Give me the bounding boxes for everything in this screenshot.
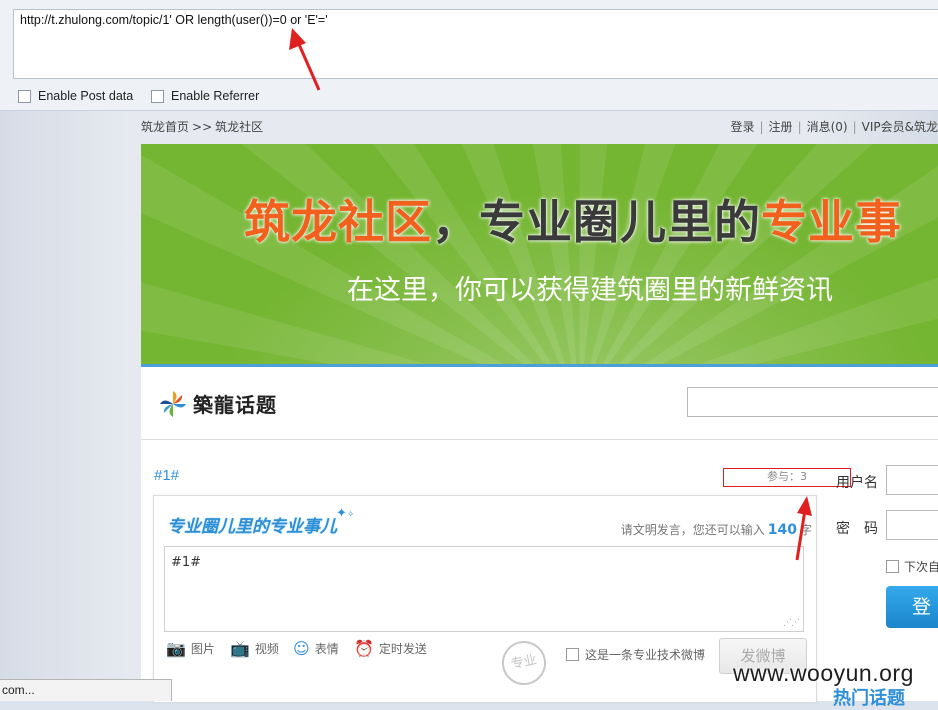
enable-referrer-toggle[interactable]: Enable Referrer <box>151 89 259 103</box>
topic-tag-title: #1# <box>154 467 180 484</box>
login-link[interactable]: 登录 <box>730 120 754 134</box>
video-icon: 📺 <box>230 638 250 658</box>
username-input[interactable] <box>886 465 938 495</box>
checkbox-icon[interactable] <box>151 89 164 103</box>
schedule-post-label: 定时发送 <box>378 642 427 656</box>
banner-title-comma: ， <box>432 195 479 249</box>
hero-banner: 筑龙社区，专业圈儿里的专业事 在这里，你可以获得建筑圈里的新鲜资讯 <box>141 144 938 364</box>
insert-image-label: 图片 <box>190 642 215 656</box>
banner-rays <box>141 144 938 364</box>
hackbar-panel: http://t.zhulong.com/topic/1' OR length(… <box>0 0 938 111</box>
insert-video-label: 视频 <box>254 642 279 656</box>
browser-status-bar: com... <box>0 679 172 701</box>
schedule-post-button[interactable]: ⏰ 定时发送 <box>354 640 427 657</box>
vip-link[interactable]: VIP会员&筑龙 <box>862 120 938 134</box>
remaining-count: 140 <box>767 522 797 538</box>
enable-referrer-label: Enable Referrer <box>171 89 260 103</box>
hint-suffix: 字 <box>799 523 812 537</box>
character-count-hint: 请文明发言，您还可以输入 140 字 <box>621 521 812 538</box>
checkbox-icon[interactable] <box>18 89 31 103</box>
alarm-clock-icon: ⏰ <box>354 638 374 658</box>
breadcrumb-home-link[interactable]: 筑龙首页 <box>141 120 189 134</box>
breadcrumb-separator: >> <box>192 120 213 134</box>
enable-post-data-toggle[interactable]: Enable Post data <box>18 89 133 103</box>
sparkle-icon: ✦✧ <box>336 506 355 521</box>
pinwheel-logo-icon <box>160 391 186 417</box>
banner-title: 筑龙社区，专业圈儿里的专业事 <box>244 186 902 252</box>
camera-icon: 📷 <box>166 638 186 658</box>
emoji-icon: ☺ <box>293 638 310 658</box>
search-input[interactable] <box>687 387 938 417</box>
technical-post-toggle[interactable]: 这是一条专业技术微博 <box>566 646 705 663</box>
resize-grip-icon[interactable]: ⋰⋰ <box>783 618 800 628</box>
messages-link[interactable]: 消息(0) <box>807 120 848 134</box>
password-input[interactable] <box>886 510 938 540</box>
insert-emoji-button[interactable]: ☺ 表情 <box>293 640 339 657</box>
hot-topics-heading[interactable]: 热门话题 <box>833 684 905 710</box>
username-label: 用户名 <box>836 475 878 491</box>
technical-post-label: 这是一条专业技术微博 <box>585 648 706 662</box>
top-navigation: 筑龙首页 >> 筑龙社区 登录 | 注册 | 消息(0) | VIP会员&筑龙 <box>141 117 938 135</box>
insert-image-button[interactable]: 📷 图片 <box>166 640 215 657</box>
banner-subtitle: 在这里，你可以获得建筑圈里的新鲜资讯 <box>347 275 833 306</box>
logo-text: 築龍话题 <box>193 393 277 417</box>
url-input[interactable]: http://t.zhulong.com/topic/1' OR length(… <box>13 9 938 79</box>
professional-stamp: 专业 <box>497 636 551 690</box>
checkbox-icon[interactable] <box>566 648 579 661</box>
password-label: 密 码 <box>836 521 878 537</box>
banner-title-middle: 专业圈儿里的 <box>479 195 761 249</box>
divider: | <box>797 120 802 134</box>
insert-video-button[interactable]: 📺 视频 <box>230 640 279 657</box>
remember-me-toggle[interactable]: 下次自 <box>886 558 938 575</box>
site-watermark: www.wooyun.org <box>733 660 914 686</box>
participants-count: 参与：3 <box>723 468 851 487</box>
composer-slogan: 专业圈儿里的专业事儿 <box>167 517 337 537</box>
topic-header: 築龍话题 <box>141 367 938 440</box>
divider: | <box>759 120 764 134</box>
post-textarea[interactable]: #1# ⋰⋰ <box>164 546 804 632</box>
breadcrumb: 筑龙首页 >> 筑龙社区 <box>141 118 263 135</box>
hint-prefix: 请文明发言，您还可以输入 <box>620 523 765 537</box>
checkbox-icon[interactable] <box>886 560 899 573</box>
banner-title-end: 专业事 <box>761 195 902 249</box>
post-composer-card: 专业圈儿里的专业事儿 ✦✧ 请文明发言，您还可以输入 140 字 #1# ⋰⋰ 📷 图… <box>153 495 817 702</box>
login-button[interactable]: 登录 <box>886 586 938 660</box>
divider: | <box>852 120 857 134</box>
remember-me-label: 下次自 <box>904 560 938 574</box>
register-link[interactable]: 注册 <box>769 120 793 134</box>
post-text: #1# <box>171 555 202 570</box>
breadcrumb-community-link[interactable]: 筑龙社区 <box>215 120 263 134</box>
enable-post-data-label: Enable Post data <box>38 89 134 103</box>
user-links: 登录 | 注册 | 消息(0) | VIP会员&筑龙 <box>730 118 938 135</box>
insert-emoji-label: 表情 <box>314 642 339 656</box>
banner-title-brand: 筑龙社区 <box>244 195 432 249</box>
